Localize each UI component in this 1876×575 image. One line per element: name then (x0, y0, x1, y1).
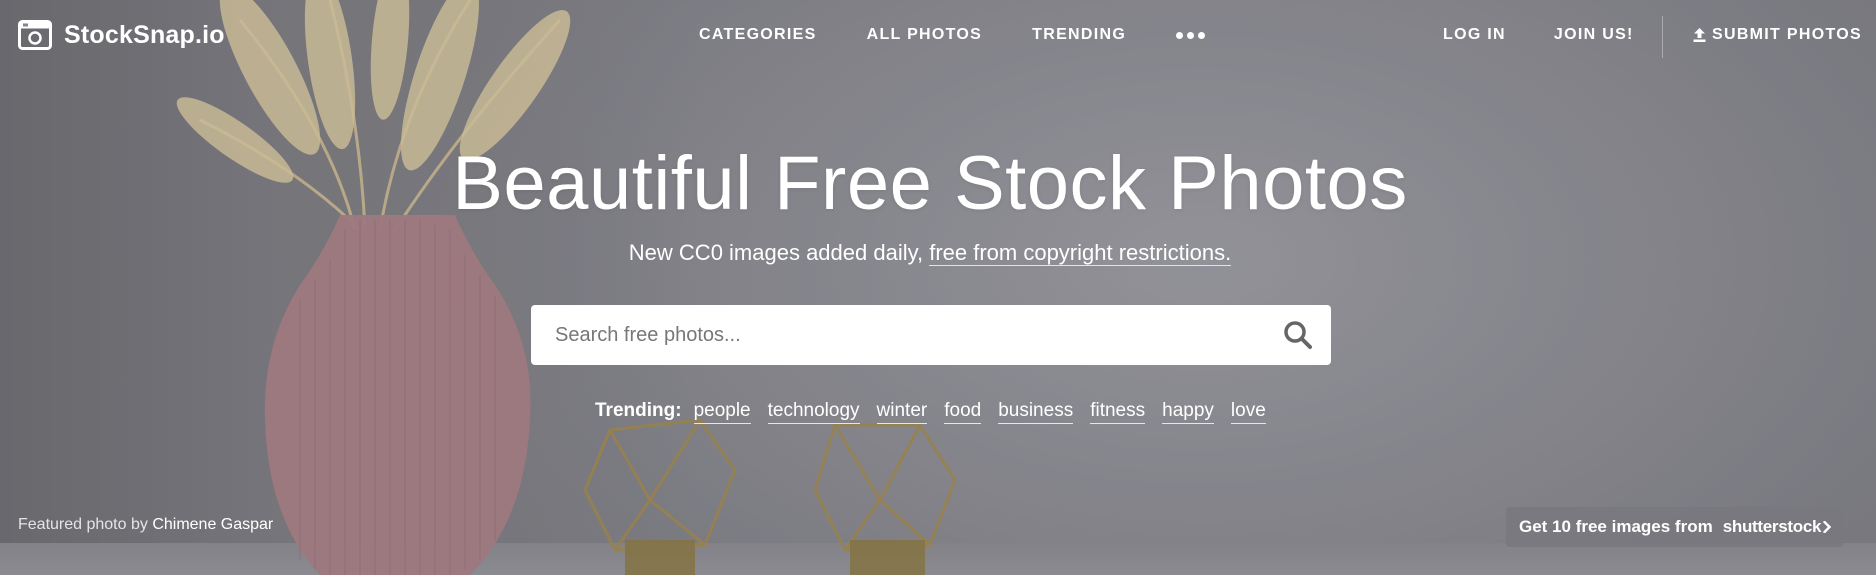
logo-text: StockSnap.io (64, 20, 225, 49)
hero-title: Beautiful Free Stock Photos (452, 141, 1408, 226)
search-input[interactable] (555, 305, 1255, 365)
top-navigation: StockSnap.io CATEGORIES ALL PHOTOS TREND… (0, 0, 1876, 76)
search-button[interactable] (1283, 320, 1313, 350)
submit-photos-button[interactable]: SUBMIT PHOTOS (1693, 26, 1862, 44)
nav-categories[interactable]: CATEGORIES (699, 26, 817, 44)
camera-icon (18, 20, 52, 50)
dark-overlay (0, 0, 1876, 575)
ellipsis-icon[interactable] (1176, 26, 1206, 44)
shutterstock-logo: shutterstock (1722, 517, 1822, 536)
trending-tag-fitness[interactable]: fitness (1090, 400, 1146, 424)
join-link[interactable]: JOIN US! (1554, 26, 1634, 44)
site-logo[interactable]: StockSnap.io (18, 20, 225, 50)
trending-tags: Trending: people technology winter food … (595, 400, 1283, 424)
copyright-link[interactable]: free from copyright restrictions. (929, 240, 1232, 266)
chevron-right-icon (1823, 521, 1831, 533)
login-link[interactable]: LOG IN (1443, 26, 1506, 44)
account-nav: LOG IN JOIN US! (1443, 26, 1634, 44)
trending-label: Trending: (595, 400, 682, 421)
trending-tag-love[interactable]: love (1230, 400, 1266, 424)
photographer-link[interactable]: Chimene Gaspar (152, 516, 273, 533)
nav-all-photos[interactable]: ALL PHOTOS (867, 26, 983, 44)
search-icon (1284, 321, 1312, 349)
search-bar (531, 305, 1331, 365)
submit-photos-label: SUBMIT PHOTOS (1712, 26, 1862, 43)
nav-trending[interactable]: TRENDING (1032, 26, 1126, 44)
subtitle-text: New CC0 images added daily, (628, 240, 930, 265)
trending-tag-happy[interactable]: happy (1162, 400, 1214, 424)
upload-icon (1693, 28, 1706, 42)
nav-divider (1662, 16, 1663, 58)
trending-tag-people[interactable]: people (693, 400, 751, 424)
promo-text: Get 10 free images from (1519, 517, 1713, 536)
main-nav: CATEGORIES ALL PHOTOS TRENDING (699, 26, 1206, 44)
credit-prefix: Featured photo by (18, 516, 153, 533)
hero-subtitle: New CC0 images added daily, free from co… (0, 240, 1860, 266)
trending-tag-winter[interactable]: winter (876, 400, 928, 424)
photo-credit: Featured photo by Chimene Gaspar (18, 516, 273, 534)
trending-tag-business[interactable]: business (998, 400, 1074, 424)
trending-tag-technology[interactable]: technology (767, 400, 860, 424)
trending-tag-food[interactable]: food (944, 400, 982, 424)
shutterstock-promo-button[interactable]: Get 10 free images from shutterstock (1506, 507, 1843, 547)
